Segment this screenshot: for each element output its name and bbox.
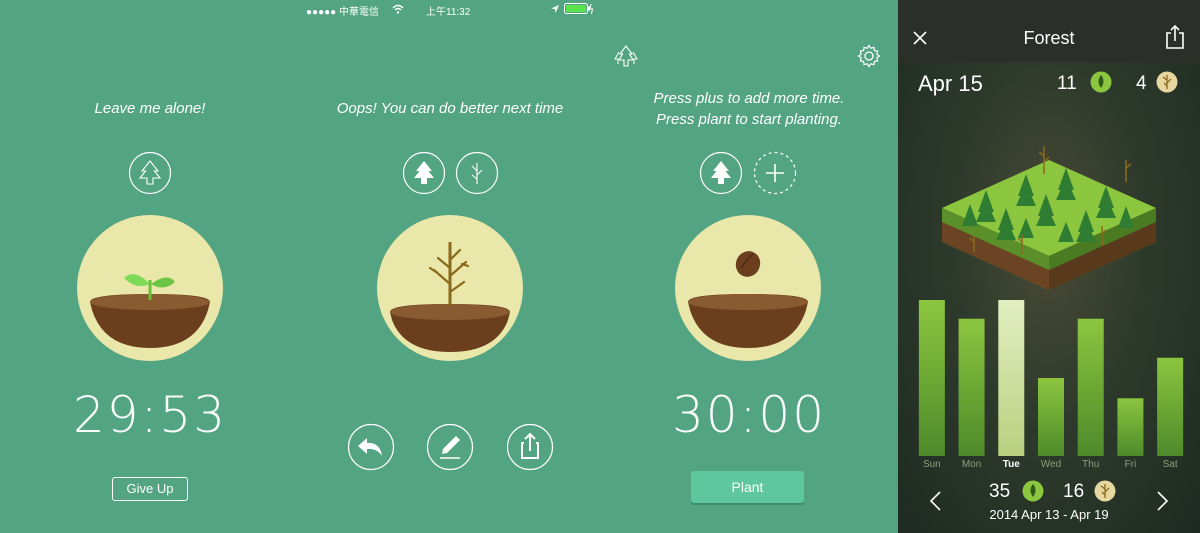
sapling-pot (77, 215, 223, 361)
day-label-tue[interactable]: Tue (996, 459, 1026, 470)
share-icon[interactable] (1164, 24, 1186, 50)
screen2-message: Oops! You can do better next time (336, 100, 564, 117)
give-up-button[interactable]: Give Up (112, 477, 188, 501)
screen3-message-line1: Press plus to add more time. (653, 90, 845, 107)
forest-icon[interactable] (614, 44, 638, 70)
healthy-tree-icon (1090, 71, 1112, 93)
bar-tue[interactable] (998, 300, 1025, 456)
gear-icon[interactable] (857, 44, 881, 68)
bar-mon[interactable] (958, 318, 985, 456)
day-label-sat[interactable]: Sat (1155, 459, 1185, 470)
battery-icon (564, 3, 594, 15)
forest-date: Apr 15 (918, 71, 983, 96)
day-label-sun[interactable]: Sun (917, 459, 947, 470)
tree-withered-icon (455, 151, 499, 195)
day-label-fri[interactable]: Fri (1115, 459, 1145, 470)
status-time: 上午11:32 (426, 7, 471, 18)
status-bar: ●●●●● 中華電信 上午11:32 (300, 0, 600, 20)
healthy-tree-count: 11 (1057, 73, 1077, 94)
screen3-message-line2: Press plant to start planting. (656, 111, 842, 128)
edit-pencil-icon[interactable] (426, 423, 474, 471)
week-healthy-count: 35 (989, 481, 1011, 502)
bar-sat[interactable] (1157, 357, 1184, 456)
forest-island (942, 146, 1156, 290)
wifi-icon (392, 4, 404, 14)
forest-title: Forest (1023, 28, 1075, 48)
bar-sun[interactable] (918, 300, 945, 456)
bar-thu[interactable] (1077, 318, 1104, 456)
carrier-label: ●●●●● 中華電信 (306, 7, 379, 18)
week-range: 2014 Apr 13 - Apr 19 (989, 507, 1109, 522)
location-arrow-icon (551, 5, 559, 13)
undo-icon[interactable] (347, 423, 395, 471)
day-label-thu[interactable]: Thu (1076, 459, 1106, 470)
day-label-mon[interactable]: Mon (957, 459, 987, 470)
withered-tree-count: 4 (1136, 73, 1147, 94)
add-time-plus-icon[interactable] (753, 151, 797, 195)
weekday-labels: Sun Mon Tue Wed Thu Fri Sat (912, 459, 1190, 473)
bar-fri[interactable] (1117, 398, 1144, 456)
tree-type-conifer-icon[interactable] (128, 151, 172, 195)
weekly-bar-chart (918, 300, 1184, 456)
seed-pot (675, 215, 821, 361)
day-label-wed[interactable]: Wed (1036, 459, 1066, 470)
withered-tree-icon (1156, 71, 1178, 93)
screen3-timer: 30:00 (671, 386, 827, 444)
screen1-message: Leave me alone! (94, 100, 206, 117)
share-icon[interactable] (506, 423, 554, 471)
forest-panel: Forest Apr 15 11 4 Sun Mon Tue Wed Thu F… (898, 0, 1200, 533)
tree-select-icon[interactable] (699, 151, 743, 195)
tree-healthy-icon (402, 151, 446, 195)
plant-button[interactable]: Plant (691, 471, 804, 503)
week-withered-icon (1094, 480, 1116, 502)
bar-wed[interactable] (1038, 378, 1064, 456)
week-healthy-icon (1022, 480, 1044, 502)
withered-tree-pot (377, 215, 523, 361)
screen1-timer: 29:53 (72, 386, 228, 444)
week-withered-count: 16 (1063, 481, 1085, 502)
app-screenshot: ●●●●● 中華電信 上午11:32 Leave me alone! 29:53… (0, 0, 1200, 533)
